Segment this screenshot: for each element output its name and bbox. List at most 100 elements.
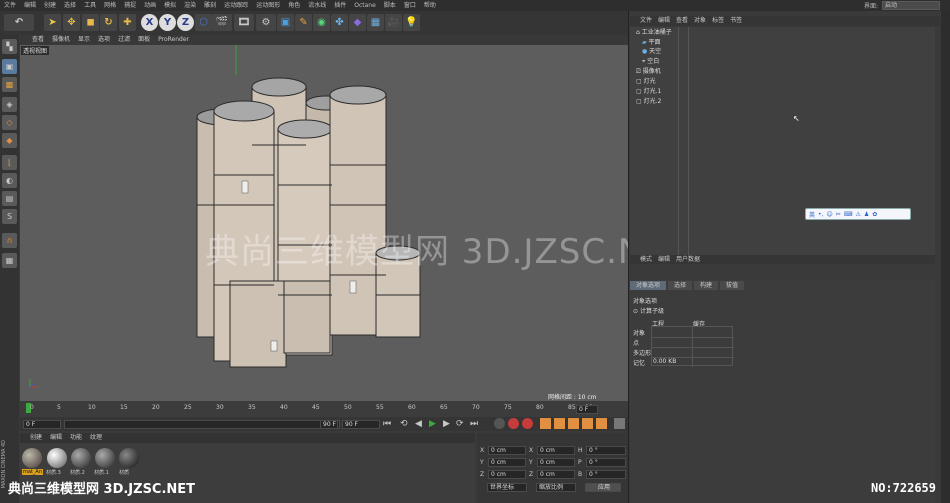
menu-item[interactable]: 文件 [4,0,16,11]
menu-item[interactable]: 窗口 [404,0,416,11]
viewport-menu-item[interactable]: 显示 [78,35,90,44]
subdivision-icon[interactable]: ◉ [313,14,330,31]
material-menu-item[interactable]: 创建 [30,433,42,443]
viewport-menu-item[interactable]: 选项 [98,35,110,44]
rotation-b-field[interactable]: 0 ° [586,470,626,479]
om-menu-item[interactable]: 编辑 [658,16,670,26]
goto-end-icon[interactable]: ⏭ [470,419,478,429]
viewport-menu-item[interactable]: 过滤 [118,35,130,44]
material-swatch[interactable] [119,448,139,468]
start-frame-field[interactable]: 0 F [23,420,61,429]
z-axis-button[interactable]: Z [177,14,194,31]
record-icon[interactable] [494,418,505,429]
timeline-menu-icon[interactable] [614,418,625,429]
prev-frame-icon[interactable]: ◀ [415,419,422,429]
language-bar-item[interactable]: •, [818,211,823,218]
object-row[interactable]: ▰ 平面 [642,38,661,47]
menu-item[interactable]: 网格 [104,0,116,11]
apply-button[interactable]: 应用 [585,483,621,492]
layout-select[interactable]: 启动 [882,1,940,10]
camera-icon[interactable]: 🎥 [385,14,402,31]
menu-item[interactable]: 动画 [144,0,156,11]
pen-icon[interactable]: ✎ [295,14,312,31]
coord-mode-select[interactable]: 世界坐标 [487,483,527,492]
workplane-icon[interactable]: ▦ [2,253,17,268]
render-picture-icon[interactable]: 🎞 [234,14,254,31]
om-menu-item[interactable]: 标签 [712,16,724,26]
om-menu-item[interactable]: 文件 [640,16,652,26]
attribute-menu-item[interactable]: 编辑 [658,255,670,264]
language-bar-item[interactable]: ✂ [836,211,841,218]
scale-tool-icon[interactable]: ◼ [82,14,99,31]
texture-mode-icon[interactable]: ▩ [2,77,17,92]
material-swatch[interactable] [95,448,115,468]
current-frame-field[interactable]: 0 F [576,405,598,414]
language-bar-item[interactable]: ♟ [864,211,869,218]
material-swatch[interactable] [22,448,42,468]
select-tool-icon[interactable]: ➤ [44,14,61,31]
end-frame-field[interactable]: 90 F [342,420,380,429]
tweak-icon[interactable]: ◐ [2,173,17,188]
goto-start-icon[interactable]: ⏮ [383,419,391,429]
keyframe-selection-icon[interactable] [522,418,533,429]
object-row[interactable]: ● 天空 [642,47,661,56]
menu-item[interactable]: Octane [354,0,376,11]
point-mode-icon[interactable]: ◈ [2,97,17,112]
rotation-p-field[interactable]: 0 ° [586,458,626,467]
menu-item[interactable]: 渲染 [184,0,196,11]
autokey-icon[interactable] [508,418,519,429]
next-key-icon[interactable]: ⟳ [456,419,464,429]
transform-tool-icon[interactable]: ✚ [119,14,136,31]
edge-mode-icon[interactable]: ◇ [2,115,17,130]
deformer-icon[interactable]: ◆ [349,14,366,31]
scale-key-icon[interactable] [554,418,565,429]
rotate-key-icon[interactable] [568,418,579,429]
next-frame-icon[interactable]: ▶ [443,419,450,429]
polygon-mode-icon[interactable]: ◆ [2,133,17,148]
magnet-icon[interactable]: ∩ [2,233,17,248]
attribute-menu-item[interactable]: 用户数据 [676,255,700,264]
array-icon[interactable]: ✤ [331,14,348,31]
material-swatch[interactable] [47,448,67,468]
param-key-icon[interactable] [582,418,593,429]
move-key-icon[interactable] [540,418,551,429]
size-x-field[interactable]: 0 cm [537,446,575,455]
menu-item[interactable]: 雕刻 [204,0,216,11]
play-icon[interactable]: ▶ [429,419,436,429]
om-menu-item[interactable]: 查看 [676,16,688,26]
menu-item[interactable]: 流水线 [308,0,326,11]
menu-item[interactable]: 帮助 [424,0,436,11]
menu-item[interactable]: 运动跟踪 [224,0,248,11]
mode-icon[interactable]: ▚ [2,39,17,54]
axis-icon[interactable]: ⌊ [2,155,17,170]
world-coord-icon[interactable]: ⬡ [195,14,212,31]
material-menu-item[interactable]: 编辑 [50,433,62,443]
size-y-field[interactable]: 0 cm [537,458,575,467]
menu-item[interactable]: 创建 [44,0,56,11]
render-view-icon[interactable]: 🎬 [212,14,232,31]
y-axis-button[interactable]: Y [159,14,176,31]
menu-item[interactable]: 工具 [84,0,96,11]
render-settings-icon[interactable]: ⚙ [256,14,276,31]
om-menu-item[interactable]: 书签 [730,16,742,26]
language-bar[interactable]: 英 •, ☺ ✂ ⌨ ⚠ ♟ ✿ [805,208,911,220]
menu-item[interactable]: 插件 [334,0,346,11]
object-row[interactable]: ⌂ 工业油桶子 [636,28,672,37]
menu-item[interactable]: 角色 [288,0,300,11]
end-frame-field-2[interactable]: 90 F [320,420,338,429]
cube-icon[interactable]: ▣ [277,14,294,31]
menu-item[interactable]: 选择 [64,0,76,11]
language-bar-item[interactable]: ⚠ [855,211,860,218]
language-bar-item[interactable]: ⌨ [844,211,853,218]
calc-children-checkbox[interactable]: ⊙ 计算子级 [633,306,664,315]
menu-item[interactable]: 脚本 [384,0,396,11]
snap-icon[interactable]: ▤ [2,191,17,206]
viewport-menu-item[interactable]: 查看 [32,35,44,44]
pla-key-icon[interactable] [596,418,607,429]
position-y-field[interactable]: 0 cm [488,458,526,467]
tab-values[interactable]: 拔值 [720,281,745,290]
viewport-menu-item[interactable]: ProRender [158,35,189,44]
position-z-field[interactable]: 0 cm [488,470,526,479]
om-menu-item[interactable]: 对象 [694,16,706,26]
material-menu-item[interactable]: 纹理 [90,433,102,443]
